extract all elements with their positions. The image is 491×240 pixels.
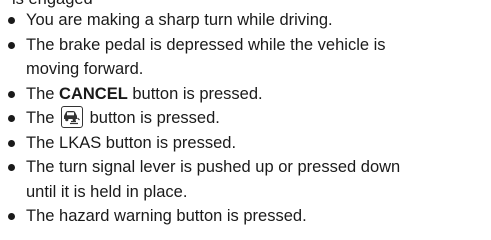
bullet-dot: [8, 139, 15, 147]
list-item: You are making a sharp turn while drivin…: [0, 8, 491, 33]
distance-button-icon: [61, 106, 84, 128]
list-item-text-cont: until it is held in place.: [26, 182, 188, 201]
list-item-text-cont: moving forward.: [26, 60, 144, 78]
list-item-prefix: The: [26, 109, 60, 127]
list-item: The brake pedal is depressed while the v…: [0, 33, 491, 82]
list-item-text: You are making a sharp turn while drivin…: [26, 11, 333, 29]
list-item: The turn signal lever is pushed up or pr…: [0, 155, 491, 204]
list-item-text: The turn signal lever is pushed up or pr…: [26, 158, 401, 176]
list-item-text: The LKAS button is pressed.: [26, 133, 237, 152]
list-item-text: The brake pedal is depressed while the v…: [26, 35, 386, 54]
bullet-dot: [8, 41, 15, 49]
list-item: The LKAS button is pressed.: [0, 131, 491, 156]
cancel-emphasis: CANCEL: [59, 84, 128, 103]
list-item-text: The hazard warning button is pressed.: [26, 207, 307, 225]
bullet-dot: [8, 213, 15, 220]
bullet-dot: [8, 90, 15, 98]
list-item: The hazard warning button is pressed.: [0, 204, 491, 229]
list-item-prefix: The: [26, 84, 60, 103]
list-item-suffix: button is pressed.: [127, 84, 263, 103]
bullet-dot: [8, 115, 15, 122]
list-item: The CANCEL button is pressed.: [0, 82, 491, 107]
bullet-list: You are making a sharp turn while drivin…: [0, 8, 491, 229]
bullet-dot: [8, 164, 15, 171]
list-item: The button is pressed.: [0, 106, 491, 131]
bullet-dot: [8, 17, 15, 24]
list-item-suffix: button is pressed.: [85, 109, 220, 127]
